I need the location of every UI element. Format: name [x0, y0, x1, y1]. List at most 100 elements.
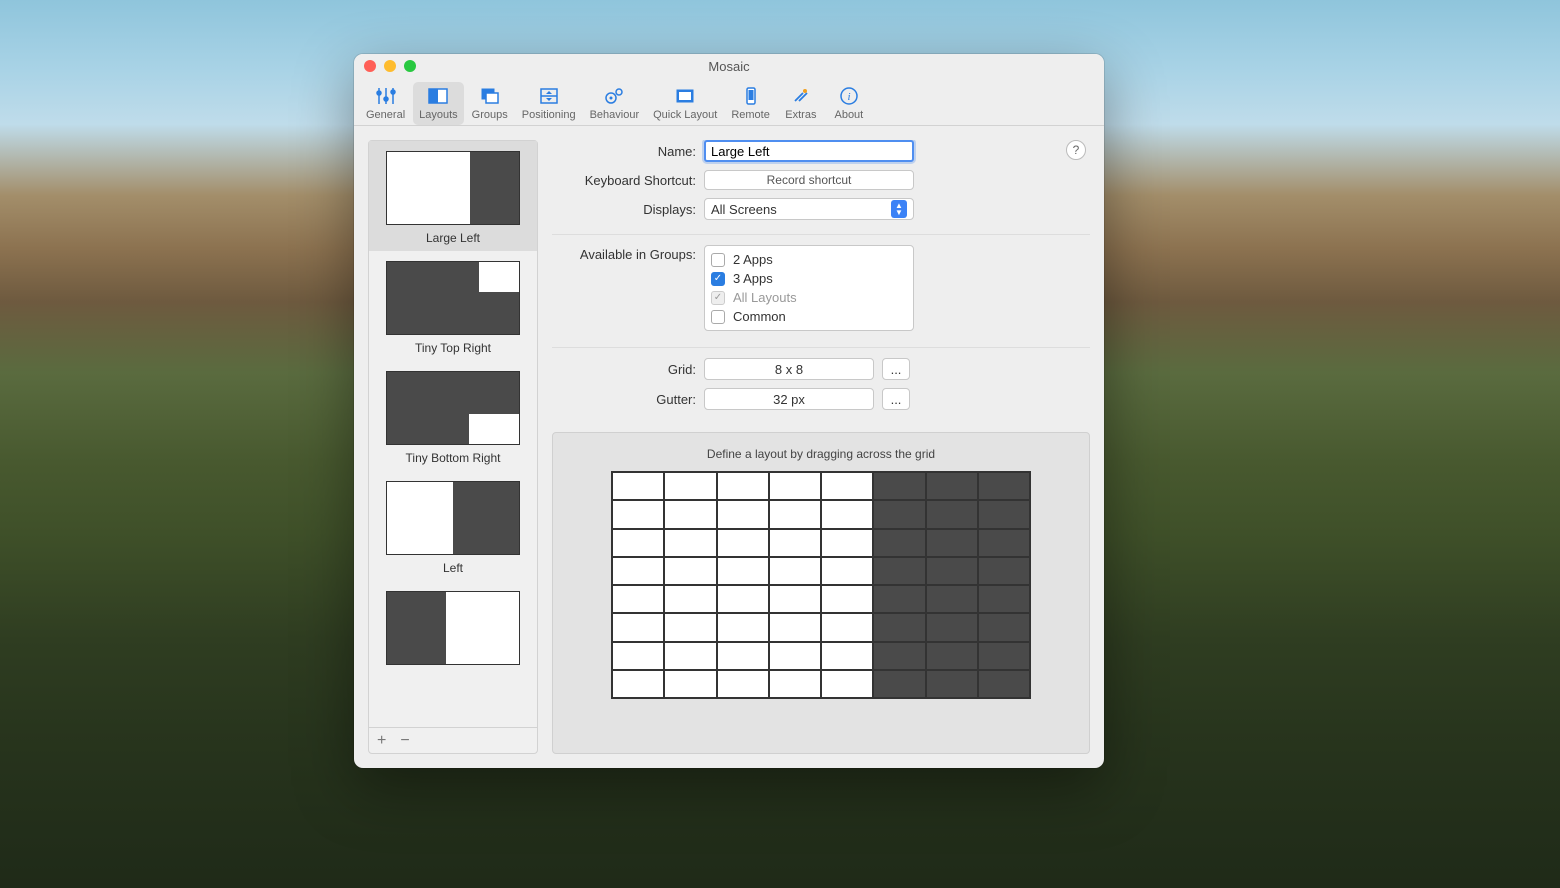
- layout-item[interactable]: Tiny Top Right: [369, 251, 537, 361]
- gutter-options-button[interactable]: ...: [882, 388, 910, 410]
- grid-cell[interactable]: [717, 500, 769, 528]
- close-button[interactable]: [364, 60, 376, 72]
- grid-cell[interactable]: [926, 472, 978, 500]
- grid-cell[interactable]: [664, 585, 716, 613]
- grid-cell[interactable]: [978, 529, 1030, 557]
- grid-cell[interactable]: [769, 529, 821, 557]
- layout-list[interactable]: Large LeftTiny Top RightTiny Bottom Righ…: [369, 141, 537, 727]
- grid-cell[interactable]: [873, 529, 925, 557]
- layout-item[interactable]: Left: [369, 471, 537, 581]
- grid-cell[interactable]: [717, 557, 769, 585]
- grid-cell[interactable]: [612, 529, 664, 557]
- grid-cell[interactable]: [978, 585, 1030, 613]
- grid-cell[interactable]: [926, 557, 978, 585]
- grid-cell[interactable]: [873, 557, 925, 585]
- grid-cell[interactable]: [873, 472, 925, 500]
- grid-cell[interactable]: [664, 670, 716, 698]
- titlebar[interactable]: Mosaic: [354, 54, 1104, 78]
- grid-cell[interactable]: [664, 642, 716, 670]
- grid-cell[interactable]: [769, 557, 821, 585]
- grid-cell[interactable]: [873, 500, 925, 528]
- grid-cell[interactable]: [926, 585, 978, 613]
- group-row[interactable]: 2 Apps: [711, 250, 907, 269]
- toolbar-tab-extras[interactable]: Extras: [778, 82, 824, 125]
- gutter-field[interactable]: 32 px: [704, 388, 874, 410]
- layout-item[interactable]: Large Left: [369, 141, 537, 251]
- grid-cell[interactable]: [612, 613, 664, 641]
- grid-cell[interactable]: [612, 585, 664, 613]
- grid-cell[interactable]: [926, 500, 978, 528]
- help-button[interactable]: ?: [1066, 140, 1086, 160]
- grid-cell[interactable]: [978, 500, 1030, 528]
- grid-cell[interactable]: [978, 557, 1030, 585]
- grid-cell[interactable]: [717, 529, 769, 557]
- grid-cell[interactable]: [821, 557, 873, 585]
- grid-cell[interactable]: [926, 529, 978, 557]
- grid-cell[interactable]: [821, 472, 873, 500]
- zoom-button[interactable]: [404, 60, 416, 72]
- grid-cell[interactable]: [926, 613, 978, 641]
- grid-canvas[interactable]: [611, 471, 1031, 699]
- toolbar-tab-groups[interactable]: Groups: [466, 82, 514, 125]
- minimize-button[interactable]: [384, 60, 396, 72]
- grid-cell[interactable]: [769, 642, 821, 670]
- remove-layout-button[interactable]: −: [400, 732, 409, 750]
- record-shortcut-button[interactable]: Record shortcut: [704, 170, 914, 190]
- grid-cell[interactable]: [717, 642, 769, 670]
- grid-cell[interactable]: [612, 670, 664, 698]
- grid-field[interactable]: 8 x 8: [704, 358, 874, 380]
- grid-cell[interactable]: [717, 585, 769, 613]
- toolbar-tab-layouts[interactable]: Layouts: [413, 82, 464, 125]
- grid-cell[interactable]: [821, 613, 873, 641]
- grid-cell[interactable]: [717, 472, 769, 500]
- toolbar-tab-about[interactable]: iAbout: [826, 82, 872, 125]
- grid-cell[interactable]: [769, 585, 821, 613]
- toolbar-tab-general[interactable]: General: [360, 82, 411, 125]
- grid-cell[interactable]: [664, 472, 716, 500]
- grid-cell[interactable]: [769, 472, 821, 500]
- grid-cell[interactable]: [821, 529, 873, 557]
- grid-cell[interactable]: [612, 472, 664, 500]
- grid-cell[interactable]: [769, 613, 821, 641]
- grid-cell[interactable]: [926, 642, 978, 670]
- toolbar-tab-positioning[interactable]: Positioning: [516, 82, 582, 125]
- grid-cell[interactable]: [612, 642, 664, 670]
- grid-cell[interactable]: [978, 642, 1030, 670]
- grid-cell[interactable]: [821, 642, 873, 670]
- grid-cell[interactable]: [664, 557, 716, 585]
- layout-item[interactable]: [369, 581, 537, 677]
- grid-cell[interactable]: [769, 670, 821, 698]
- grid-cell[interactable]: [873, 585, 925, 613]
- add-layout-button[interactable]: +: [377, 732, 386, 750]
- grid-cell[interactable]: [612, 557, 664, 585]
- grid-cell[interactable]: [821, 585, 873, 613]
- toolbar-tab-remote[interactable]: Remote: [725, 82, 776, 125]
- displays-select[interactable]: All Screens ▲▼: [704, 198, 914, 220]
- grid-cell[interactable]: [664, 529, 716, 557]
- grid-cell[interactable]: [978, 472, 1030, 500]
- layout-item[interactable]: Tiny Bottom Right: [369, 361, 537, 471]
- checkbox[interactable]: [711, 253, 725, 267]
- grid-cell[interactable]: [978, 613, 1030, 641]
- grid-cell[interactable]: [664, 500, 716, 528]
- group-row[interactable]: Common: [711, 307, 907, 326]
- checkbox[interactable]: [711, 310, 725, 324]
- grid-cell[interactable]: [873, 613, 925, 641]
- grid-cell[interactable]: [821, 670, 873, 698]
- checkbox[interactable]: [711, 272, 725, 286]
- grid-cell[interactable]: [717, 613, 769, 641]
- grid-cell[interactable]: [664, 613, 716, 641]
- grid-cell[interactable]: [873, 670, 925, 698]
- grid-cell[interactable]: [926, 670, 978, 698]
- grid-options-button[interactable]: ...: [882, 358, 910, 380]
- grid-cell[interactable]: [978, 670, 1030, 698]
- name-field[interactable]: [704, 140, 914, 162]
- group-row[interactable]: 3 Apps: [711, 269, 907, 288]
- grid-cell[interactable]: [821, 500, 873, 528]
- toolbar-tab-behaviour[interactable]: Behaviour: [584, 82, 646, 125]
- grid-cell[interactable]: [769, 500, 821, 528]
- toolbar-tab-quick-layout[interactable]: Quick Layout: [647, 82, 723, 125]
- grid-cell[interactable]: [873, 642, 925, 670]
- grid-cell[interactable]: [717, 670, 769, 698]
- grid-cell[interactable]: [612, 500, 664, 528]
